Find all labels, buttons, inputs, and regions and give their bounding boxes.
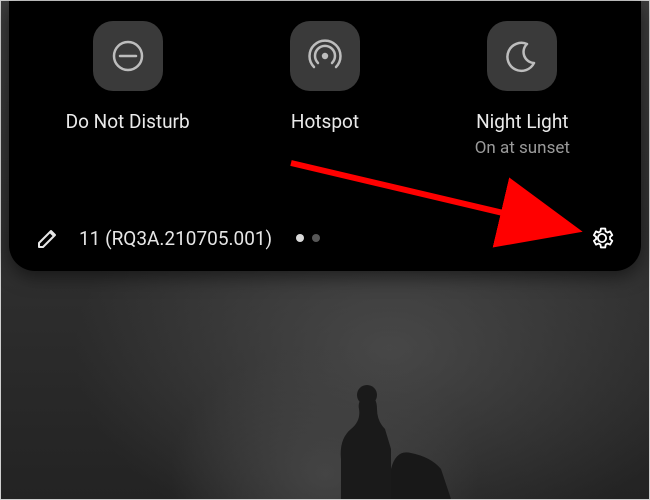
hotspot-icon <box>290 21 360 91</box>
tile-label: Do Not Disturb <box>66 111 190 134</box>
tile-night-light[interactable]: Night Light On at sunset <box>437 21 607 158</box>
dnd-icon <box>93 21 163 91</box>
wallpaper-silhouette <box>281 349 481 499</box>
edit-icon[interactable] <box>35 225 61 251</box>
page-dot-active <box>296 234 304 242</box>
quick-settings-tiles-row: Do Not Disturb Hotspot <box>9 21 641 158</box>
page-dot <box>312 234 320 242</box>
tile-do-not-disturb[interactable]: Do Not Disturb <box>43 21 213 134</box>
tile-sublabel: On at sunset <box>475 138 570 158</box>
quick-settings-panel[interactable]: Do Not Disturb Hotspot <box>9 1 641 271</box>
tile-label: Night Light <box>476 111 568 134</box>
build-text: 11 (RQ3A.210705.001) <box>79 227 272 250</box>
page-indicator[interactable] <box>296 234 320 242</box>
quick-settings-footer: 11 (RQ3A.210705.001) <box>9 205 641 271</box>
screen: Do Not Disturb Hotspot <box>0 0 650 500</box>
tile-label: Hotspot <box>291 111 359 134</box>
night-light-icon <box>487 21 557 91</box>
settings-icon[interactable] <box>589 225 615 251</box>
tile-hotspot[interactable]: Hotspot <box>240 21 410 134</box>
